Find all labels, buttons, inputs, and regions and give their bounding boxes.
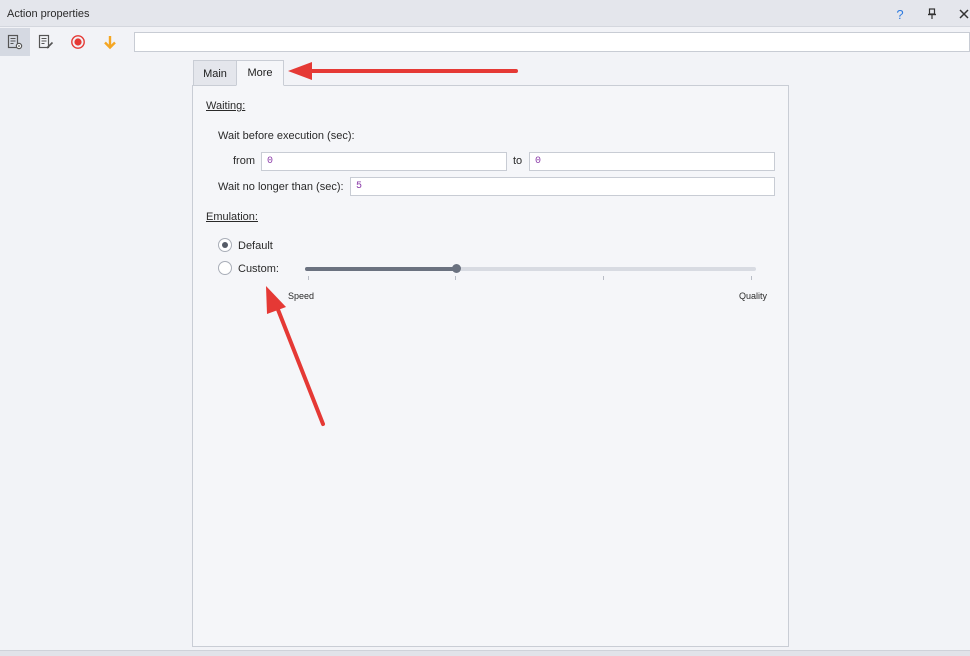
move-down-button[interactable] — [95, 28, 125, 56]
default-radio-label: Default — [238, 240, 273, 252]
waiting-section-label: Waiting: — [206, 100, 246, 112]
wait-no-longer-label: Wait no longer than (sec): — [218, 181, 344, 193]
tab-more[interactable]: More — [236, 60, 284, 86]
slider-max-label: Quality — [739, 291, 768, 301]
help-button[interactable]: ? — [891, 5, 909, 23]
bottom-bar — [0, 650, 970, 656]
to-label: to — [513, 155, 523, 167]
slider-tick — [455, 276, 456, 280]
properties-settings-icon — [7, 34, 23, 50]
slider-min-label: Speed — [288, 291, 315, 301]
properties-settings-button[interactable] — [0, 28, 30, 56]
custom-radio-label: Custom: — [238, 263, 279, 275]
from-label: from — [233, 155, 255, 167]
slider-fill — [305, 267, 457, 271]
window-title: Action properties — [7, 8, 90, 20]
wait-to-input[interactable] — [529, 152, 775, 171]
annotation-arrow-to-more-tab — [288, 62, 518, 80]
action-name-input[interactable] — [134, 32, 970, 52]
close-button[interactable] — [955, 5, 970, 23]
title-bar: Action properties ? — [0, 0, 970, 27]
record-button[interactable] — [63, 28, 93, 56]
wait-no-longer-input[interactable] — [350, 177, 775, 196]
pin-icon — [928, 8, 936, 19]
wait-from-input[interactable] — [261, 152, 507, 171]
slider-tick — [751, 276, 752, 280]
arrow-down-icon — [104, 36, 116, 50]
slider-thumb[interactable] — [452, 264, 462, 273]
tab-main[interactable]: Main — [193, 60, 237, 86]
custom-radio[interactable] — [218, 261, 232, 275]
emulation-section-label: Emulation: — [206, 211, 258, 223]
close-icon — [959, 9, 969, 19]
slider-tick — [603, 276, 604, 280]
slider-tick — [308, 276, 309, 280]
record-icon — [71, 35, 85, 49]
default-radio[interactable] — [218, 238, 232, 252]
edit-notes-icon — [38, 34, 54, 49]
emulation-slider[interactable] — [305, 264, 756, 273]
pin-button[interactable] — [923, 5, 941, 23]
wait-before-label: Wait before execution (sec): — [218, 130, 355, 142]
edit-notes-button[interactable] — [31, 28, 61, 56]
